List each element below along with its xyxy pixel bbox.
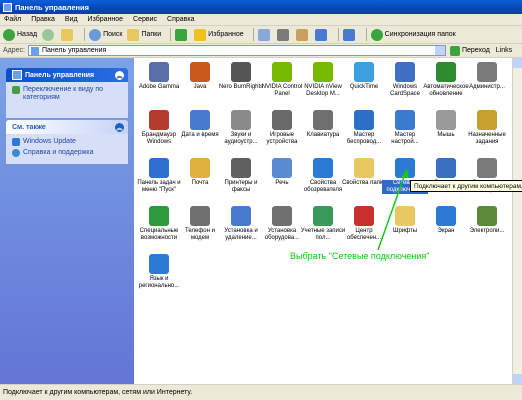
annotation-text: Выбрать "Сетевые подключения" (290, 251, 430, 261)
status-text: Подключает к другим компьютерам, сетям и… (3, 389, 193, 396)
annotation-arrow (377, 168, 409, 251)
status-bar: Подключает к другим компьютерам, сетям и… (0, 384, 522, 400)
